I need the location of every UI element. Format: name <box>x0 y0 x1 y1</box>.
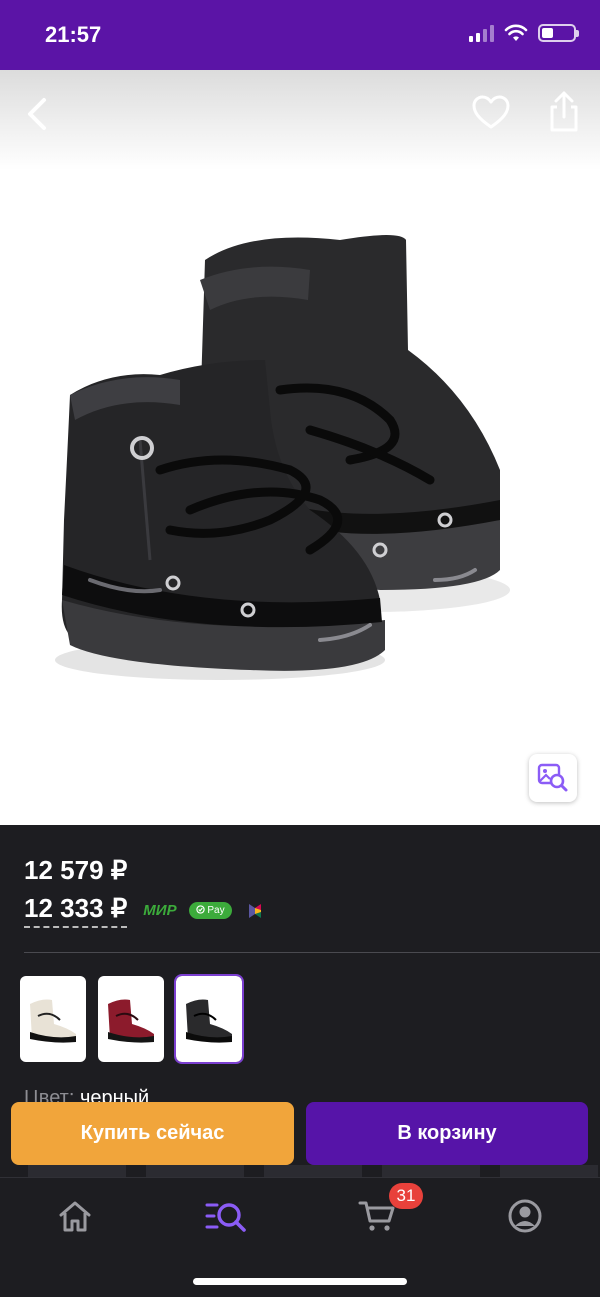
red-boots-thumb <box>108 999 154 1043</box>
variant-thumb-white[interactable] <box>20 976 86 1062</box>
battery-icon <box>538 24 579 42</box>
image-search-icon <box>537 763 568 792</box>
variant-thumb-black[interactable] <box>174 974 244 1064</box>
favorite-heart-button[interactable] <box>470 92 512 134</box>
status-icons <box>469 24 579 42</box>
back-button[interactable] <box>20 94 60 134</box>
mir-payment-logo: МИР <box>143 902 177 919</box>
share-button[interactable] <box>544 90 584 134</box>
sbp-logo-icon <box>248 903 261 918</box>
price-row: 12 333 ₽ МИР Pay <box>24 893 264 928</box>
tab-home[interactable] <box>55 1196 95 1236</box>
catalog-search-icon <box>205 1203 246 1232</box>
white-boots-thumb <box>30 999 76 1043</box>
check-circle-icon <box>195 905 205 914</box>
divider <box>24 952 600 953</box>
product-photo-black-boots[interactable] <box>50 220 520 680</box>
black-boots-thumb <box>186 999 232 1043</box>
cart-count-badge: 31 <box>389 1183 423 1209</box>
tab-catalog-search[interactable] <box>204 1196 248 1236</box>
add-to-cart-button[interactable]: В корзину <box>306 1102 588 1165</box>
related-items-strip <box>0 1165 600 1177</box>
home-indicator[interactable] <box>193 1278 407 1285</box>
profile-icon <box>508 1199 542 1233</box>
visual-search-button[interactable] <box>529 754 577 802</box>
sber-pay-label: Pay <box>207 905 225 916</box>
status-time: 21:57 <box>45 22 102 47</box>
buy-now-button[interactable]: Купить сейчас <box>11 1102 294 1165</box>
home-icon <box>59 1201 91 1232</box>
cart-icon <box>358 1201 395 1231</box>
price-regular: 12 579 ₽ <box>24 855 128 885</box>
product-image-gallery[interactable] <box>0 70 600 825</box>
sber-pay-badge: Pay <box>188 902 232 919</box>
cellular-signal-icon <box>469 24 494 42</box>
variant-thumb-red[interactable] <box>98 976 164 1062</box>
price-with-card[interactable]: 12 333 ₽ <box>24 893 128 928</box>
status-bar: 21:57 <box>0 0 600 70</box>
color-variant-list <box>20 974 244 1064</box>
wifi-icon <box>504 24 528 41</box>
tab-profile[interactable] <box>505 1196 545 1236</box>
